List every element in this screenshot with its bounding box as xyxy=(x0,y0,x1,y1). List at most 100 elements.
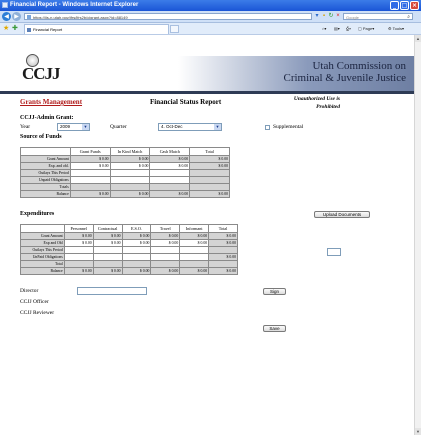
row-label: Totals xyxy=(20,183,71,191)
upload-documents-button[interactable]: Upload Documents xyxy=(314,211,370,218)
search-icon[interactable]: ⌕ xyxy=(407,14,410,21)
page-content: CCJJ Utah Commission on Criminal & Juven… xyxy=(0,35,414,435)
table-cell[interactable] xyxy=(150,253,181,261)
table-cell[interactable] xyxy=(92,246,123,254)
stop-icon[interactable]: × xyxy=(335,13,341,19)
scroll-down-icon[interactable]: ▼ xyxy=(415,428,421,435)
small-input[interactable] xyxy=(327,248,341,256)
grants-management-link[interactable]: Grants Management xyxy=(20,98,82,106)
table-cell xyxy=(189,183,230,191)
table-row: Unpaid Obligations xyxy=(20,176,230,184)
exp-header: E.S.O. xyxy=(121,224,152,233)
table-cell[interactable]: $ 0.00 xyxy=(109,162,151,170)
tab-financial-report[interactable]: Financial Report xyxy=(24,24,169,34)
favorites-star-icon[interactable]: ★ xyxy=(3,24,9,33)
exp-header: Contractual xyxy=(92,224,123,233)
year-select[interactable]: 2009 ▼ xyxy=(57,123,90,131)
table-cell[interactable] xyxy=(149,169,191,177)
home-icon[interactable]: ⌂▾ xyxy=(322,24,326,33)
quarter-select[interactable]: 4. Oct-Dec ▼ xyxy=(158,123,222,131)
table-cell xyxy=(189,176,230,184)
refresh-icon[interactable]: ↻ xyxy=(328,13,334,19)
table-cell[interactable] xyxy=(69,169,111,177)
table-cell: $ 0.00 xyxy=(63,267,94,275)
table-cell: $ 0.00 xyxy=(189,155,230,163)
expenditures-table: Personnel Contractual E.S.O. Travel Info… xyxy=(20,224,238,275)
maximize-button[interactable]: □ xyxy=(400,1,409,10)
page-title: Financial Status Report xyxy=(150,98,222,106)
table-cell[interactable] xyxy=(63,253,94,261)
scroll-up-icon[interactable]: ▲ xyxy=(415,35,421,42)
table-cell[interactable] xyxy=(179,246,210,254)
table-cell[interactable] xyxy=(149,176,191,184)
table-cell xyxy=(109,183,151,191)
unauth-line1: Unauthorized Use is xyxy=(293,96,340,102)
table-cell: $ 0.00 xyxy=(63,232,94,240)
new-tab-button[interactable] xyxy=(170,25,179,33)
unauthorized-notice: Unauthorized Use is Prohibited xyxy=(258,95,340,111)
tools-menu[interactable]: ⚙ Tools▾ xyxy=(388,24,404,33)
row-label: Balance xyxy=(20,267,65,275)
row-label: Grant Amount xyxy=(20,155,71,163)
close-button[interactable]: × xyxy=(410,1,419,10)
table-cell[interactable] xyxy=(121,246,152,254)
table-cell: $ 0.00 xyxy=(121,267,152,275)
forward-icon[interactable]: ▶ xyxy=(12,12,21,21)
add-favorites-icon[interactable]: ✚ xyxy=(12,24,18,33)
feeds-icon[interactable]: ▤▾ xyxy=(334,24,340,33)
url-text: https://ijs-n.utah.gov/ifrs/ifrs2b/cjgra… xyxy=(33,15,128,20)
funds-header: Grant Funds xyxy=(69,147,111,156)
search-input[interactable]: Google ⌕ xyxy=(343,13,413,20)
row-label: Balance xyxy=(20,190,71,198)
table-cell: $ 0.00 xyxy=(208,253,238,261)
table-cell[interactable]: $ 0.00 xyxy=(121,239,152,247)
back-icon[interactable]: ◀ xyxy=(2,12,11,21)
table-cell[interactable]: $ 0.00 xyxy=(150,239,181,247)
table-row: Grant Amount $ 0.00 $ 0.00 $ 0.00 $ 0.00 xyxy=(20,155,230,163)
table-cell: $ 0.00 xyxy=(189,162,230,170)
table-cell[interactable]: $ 0.00 xyxy=(149,162,191,170)
url-input[interactable]: https://ijs-n.utah.gov/ifrs/ifrs2b/cjgra… xyxy=(24,13,312,20)
table-cell[interactable] xyxy=(150,246,181,254)
table-cell xyxy=(179,260,210,268)
table-cell[interactable] xyxy=(92,253,123,261)
row-label: Outlays This Period xyxy=(20,246,65,254)
table-cell: $ 0.00 xyxy=(69,190,111,198)
print-icon[interactable]: ⎙▾ xyxy=(346,24,351,33)
address-bar: ◀ ▶ https://ijs-n.utah.gov/ifrs/ifrs2b/c… xyxy=(0,11,421,23)
table-cell xyxy=(121,260,152,268)
table-cell xyxy=(63,260,94,268)
page-menu[interactable]: ▢ Page▾ xyxy=(358,24,374,33)
table-cell[interactable]: $ 0.00 xyxy=(69,162,111,170)
sign-button[interactable]: Sign xyxy=(263,288,286,295)
title-bar: Financial Report - Windows Internet Expl… xyxy=(0,0,421,11)
table-cell[interactable]: $ 0.00 xyxy=(179,239,210,247)
supplemental-checkbox[interactable] xyxy=(265,125,270,130)
dropdown-icon[interactable]: ▾ xyxy=(314,13,320,19)
row-label: Outlays This Period xyxy=(20,169,71,177)
director-input[interactable] xyxy=(77,287,147,295)
table-cell[interactable] xyxy=(179,253,210,261)
minimize-button[interactable]: _ xyxy=(390,1,399,10)
table-cell xyxy=(150,260,181,268)
year-label: Year xyxy=(20,124,31,130)
table-cell[interactable]: $ 0.00 xyxy=(63,239,94,247)
table-cell[interactable]: $ 0.00 xyxy=(92,239,123,247)
table-cell: $ 0.00 xyxy=(92,232,123,240)
table-cell[interactable] xyxy=(109,169,151,177)
source-of-funds-heading: Source of Funds xyxy=(20,134,62,140)
table-cell: $ 0.00 xyxy=(208,267,238,275)
table-cell[interactable] xyxy=(69,176,111,184)
vertical-scrollbar[interactable]: ▲ ▼ xyxy=(414,35,421,435)
table-cell[interactable] xyxy=(109,176,151,184)
table-cell[interactable] xyxy=(63,246,94,254)
table-cell[interactable] xyxy=(121,253,152,261)
lock-icon[interactable]: ▪ xyxy=(321,13,327,19)
save-button[interactable]: Save xyxy=(263,325,286,332)
funds-header-blank xyxy=(20,147,71,156)
chevron-down-icon: ▼ xyxy=(214,124,221,130)
funds-table: Grant Funds In Kind Match Cash Match Tot… xyxy=(20,147,230,198)
exp-header-blank xyxy=(20,224,65,233)
officer-label: CCJJ Officer xyxy=(20,299,49,305)
table-cell: $ 0.00 xyxy=(149,190,191,198)
